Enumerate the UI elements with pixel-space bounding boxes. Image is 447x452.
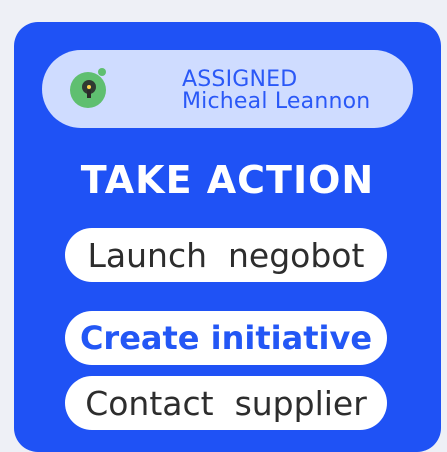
- take-action-panel: ASSIGNED Micheal Leannon TAKE ACTION Lau…: [14, 22, 441, 452]
- launch-negobot-button[interactable]: Launch negobot: [65, 228, 387, 282]
- assignee-name: Micheal Leannon: [182, 89, 371, 114]
- create-initiative-button[interactable]: Create initiative: [65, 311, 387, 365]
- assigned-card: ASSIGNED Micheal Leannon: [42, 50, 413, 128]
- status-label: ASSIGNED: [182, 67, 298, 92]
- person-avatar-icon: [70, 68, 106, 108]
- contact-supplier-button[interactable]: Contact supplier: [65, 376, 387, 430]
- take-action-heading: TAKE ACTION: [80, 158, 375, 202]
- assigned-info: ASSIGNED Micheal Leannon: [182, 69, 370, 113]
